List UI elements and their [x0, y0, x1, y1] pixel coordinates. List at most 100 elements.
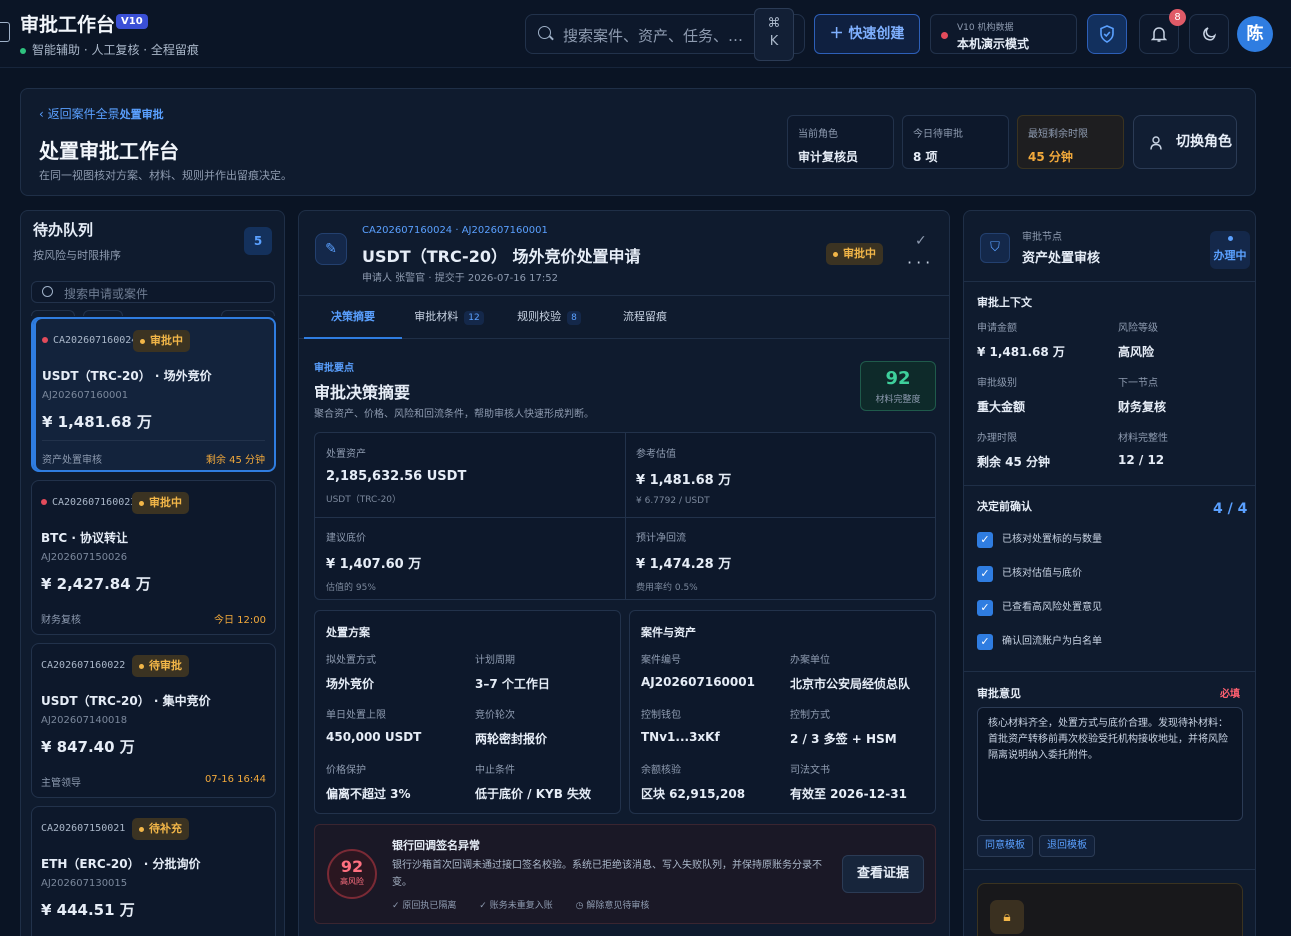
opinion-title: 审批意见	[977, 687, 1021, 700]
tab-materials[interactable]: 审批材料 12	[409, 296, 489, 339]
required-marker: 必填	[1220, 689, 1240, 700]
lock-icon: 🔒︎	[990, 900, 1024, 934]
top-bar: 审批工作台 V10 智能辅助 · 人工复核 · 全程留痕 搜索案件、资产、任务、…	[0, 0, 1291, 68]
confirm-checkbox[interactable]: ✓ 已查看高风险处置意见	[977, 600, 1102, 616]
check-icon[interactable]: ✓	[915, 233, 927, 249]
queue-item-name: USDT（TRC-20） · 集中竞价	[41, 694, 211, 708]
context-title: 审批上下文	[977, 296, 1032, 309]
env-mode: 本机演示模式	[957, 37, 1030, 51]
shield-icon	[1100, 25, 1114, 43]
environment-selector[interactable]: V10 机构数据 本机演示模式	[930, 14, 1077, 54]
queue-item-name: USDT（TRC-20） · 场外竞价	[42, 369, 212, 383]
queue-item-due: 剩余 45 分钟	[205, 455, 265, 466]
notifications-button[interactable]: 8	[1139, 9, 1186, 54]
approval-node-label: 审批节点	[1022, 232, 1062, 243]
quick-create-button[interactable]: ＋ 快速创建	[814, 14, 920, 54]
application-detail-panel: ✎ CA202607160024 · AJ202607160001 USDT（T…	[298, 210, 950, 936]
security-button[interactable]	[1087, 14, 1127, 54]
tab-rule-check[interactable]: 规则校验 8	[509, 296, 589, 339]
page-subtitle: 在同一视图核对方案、材料、规则并作出留痕决定。	[39, 169, 292, 182]
context-field: 材料完整性 12 / 12	[1118, 433, 1168, 467]
case-field: 办案单位 北京市公安局经侦总队	[790, 655, 911, 691]
locked-action-card: 🔒︎	[977, 883, 1243, 936]
queue-search-input[interactable]: 搜索申请或案件	[31, 281, 275, 303]
confirm-checkbox[interactable]: ✓ 确认回流账户为白名单	[977, 634, 1102, 650]
case-field: 控制方式 2 / 3 多签 + HSM	[790, 710, 897, 746]
switch-role-button[interactable]: 切换角色	[1133, 115, 1237, 169]
queue-item[interactable]: CA202607160023 审批中 BTC · 协议转让 AJ20260715…	[31, 480, 276, 635]
confirm-checkbox[interactable]: ✓ 已核对处置标的与数量	[977, 532, 1102, 548]
section-kicker: 审批要点	[314, 363, 354, 374]
version-badge: V10	[116, 14, 148, 29]
command-shortcut-hint: ⌘ K	[754, 8, 794, 61]
tab-process-trail[interactable]: 流程留痕	[609, 296, 681, 339]
queue-item-node: 资产处置审核	[42, 455, 102, 466]
queue-subtitle: 按风险与时限排序	[33, 249, 121, 262]
opinion-textarea[interactable]: 核心材料齐全，处置方式与底价合理。发现待补材料：首批资产转移前再次校验受托机构接…	[977, 707, 1243, 821]
case-field: 案件编号 AJ202607160001	[641, 655, 755, 689]
return-template-button[interactable]: 退回模板	[1039, 835, 1095, 857]
breadcrumb-current: 处置审批	[119, 108, 164, 121]
global-search-input[interactable]: 搜索案件、资产、任务、… ⌘ K	[525, 8, 805, 61]
online-status-dot	[20, 47, 26, 54]
search-icon	[538, 26, 551, 39]
approval-panel: ⛉ 审批节点 资产处置审核 办理中 审批上下文 申请金额 ¥ 1,481.68 万…	[963, 210, 1256, 936]
tab-decision-summary[interactable]: 决策摘要	[304, 296, 402, 339]
app-subtitle: 智能辅助 · 人工复核 · 全程留痕	[20, 41, 199, 58]
plan-field: 价格保护 偏离不超过 3%	[326, 765, 411, 801]
chevron-left-icon: ‹	[39, 107, 48, 121]
plan-field: 拟处置方式 场外竞价	[326, 655, 376, 691]
queue-count-badge: 5	[244, 227, 272, 255]
application-codes: CA202607160024 · AJ202607160001	[362, 225, 548, 236]
risk-alert-card: 92 高风险 银行回调签名异常 银行沙箱首次回调未通过接口签名校验。系统已拒绝该消…	[314, 824, 936, 924]
queue-item[interactable]: CA202607150021 待补充 ETH（ERC-20） · 分批询价 AJ…	[31, 806, 276, 936]
plus-icon: ＋	[829, 26, 849, 42]
status-badge: 办理中	[1210, 231, 1250, 269]
view-evidence-button[interactable]: 查看证据	[842, 855, 924, 893]
status-badge: 审批中	[133, 330, 190, 352]
queue-item-due: 07-16 16:44	[204, 774, 266, 785]
theme-toggle-button[interactable]	[1189, 14, 1229, 54]
case-asset-card: 案件与资产 案件编号 AJ202607160001 办案单位 北京市公安局经侦总队 …	[629, 610, 936, 814]
context-field: 办理时限 剩余 45 分钟	[977, 433, 1051, 469]
alert-tag: ✓ 原回执已隔离	[392, 901, 457, 911]
page-header: ‹ 返回案件全景处置审批 处置审批工作台 在同一视图核对方案、材料、规则并作出留…	[20, 88, 1256, 196]
status-badge: 审批中	[132, 492, 189, 514]
metric-floor-price: 建议底价 ¥ 1,407.60 万估值的 95%	[326, 533, 422, 593]
confirm-checkbox[interactable]: ✓ 已核对估值与底价	[977, 566, 1082, 582]
back-link[interactable]: ‹ 返回案件全景	[39, 107, 120, 121]
status-badge: 审批中	[826, 243, 883, 265]
completeness-score: 92 材料完整度	[860, 361, 936, 411]
queue-item-due: 今日 12:00	[214, 615, 266, 626]
breadcrumb: ‹ 返回案件全景处置审批	[39, 105, 164, 122]
plan-field: 单日处置上限 450,000 USDT	[326, 710, 422, 744]
confirm-count: 4 / 4	[1213, 501, 1248, 517]
context-field: 下一节点 财务复核	[1118, 378, 1167, 414]
metric-asset: 处置资产 2,185,632.56 USDT USDT（TRC-20）	[326, 449, 467, 505]
queue-item[interactable]: CA202607160022 待审批 USDT（TRC-20） · 集中竞价 A…	[31, 643, 276, 798]
env-status-dot	[941, 32, 948, 39]
sidebar-toggle-icon[interactable]	[0, 22, 10, 42]
risk-score-ring: 92 高风险	[327, 849, 377, 899]
todo-queue-panel: 待办队列 按风险与时限排序 5 搜索申请或案件 CA202607160024 审…	[20, 210, 285, 936]
queue-filter-tab[interactable]	[221, 310, 275, 316]
queue-item[interactable]: CA202607160024 审批中 USDT（TRC-20） · 场外竞价 A…	[31, 317, 276, 472]
status-badge: 待补充	[132, 818, 189, 840]
confirm-title: 决定前确认	[977, 500, 1032, 513]
metric-valuation: 参考估值 ¥ 1,481.68 万 ¥ 6.7792 / USDT	[636, 449, 732, 506]
risk-dot	[41, 499, 47, 505]
queue-item-case: AJ202607150026	[41, 552, 128, 563]
app-title: 审批工作台	[20, 14, 116, 36]
approve-template-button[interactable]: 同意模板	[977, 835, 1033, 857]
more-icon[interactable]: ···	[907, 253, 934, 272]
stat-min-deadline: 最短剩余时限 45 分钟	[1017, 115, 1124, 169]
edit-icon: ✎	[315, 233, 347, 265]
shield-icon: ⛉	[980, 233, 1010, 263]
queue-item-amount: ¥ 847.40 万	[41, 738, 135, 756]
disposal-plan-card: 处置方案 拟处置方式 场外竞价 计划周期 3–7 个工作日 单日处置上限 450,00…	[314, 610, 621, 814]
bell-icon	[1150, 27, 1168, 42]
user-avatar[interactable]: 陈	[1237, 16, 1273, 52]
queue-filter-tab[interactable]	[31, 310, 75, 316]
queue-filter-tab[interactable]	[83, 310, 123, 316]
queue-title: 待办队列	[33, 221, 94, 239]
